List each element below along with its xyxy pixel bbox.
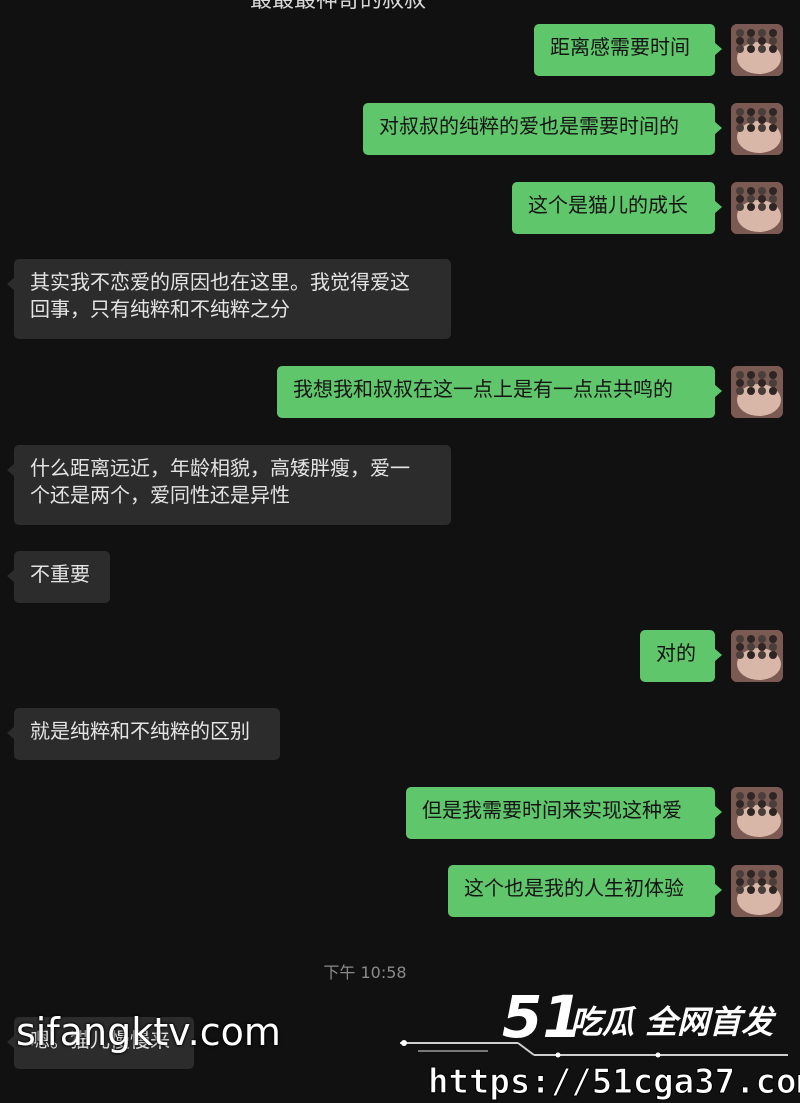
outgoing-message[interactable]: 对叔叔的纯粹的爱也是需要时间的 — [363, 103, 722, 155]
avatar-image — [731, 182, 783, 234]
avatar-image — [731, 103, 783, 155]
outgoing-message[interactable]: 这个是猫儿的成长 — [512, 182, 722, 234]
outgoing-message[interactable]: 我想我和叔叔在这一点上是有一点点共鸣的 — [277, 366, 722, 418]
user-avatar[interactable] — [731, 24, 783, 76]
incoming-message[interactable]: 什么距离远近，年龄相貌，高矮胖瘦，爱一 个还是两个，爱同性还是异性 — [7, 445, 451, 525]
outgoing-message[interactable]: 这个也是我的人生初体验 — [448, 865, 722, 917]
user-avatar[interactable] — [731, 787, 783, 839]
outgoing-message[interactable]: 对的 — [640, 630, 722, 682]
avatar-image — [731, 787, 783, 839]
logo-text: 吃瓜 全网首发 — [570, 1003, 777, 1041]
user-avatar[interactable] — [731, 366, 783, 418]
user-avatar[interactable] — [731, 182, 783, 234]
avatar-image — [731, 24, 783, 76]
user-avatar[interactable] — [731, 865, 783, 917]
user-avatar[interactable] — [731, 630, 783, 682]
outgoing-message[interactable]: 距离感需要时间 — [534, 24, 722, 76]
logo-url: https://51cga37.com — [428, 1062, 800, 1102]
watermark-site-text: sifangktv.com — [16, 1010, 281, 1054]
avatar-image — [731, 366, 783, 418]
avatar-image — [731, 865, 783, 917]
user-avatar[interactable] — [731, 103, 783, 155]
chat-header: 最最最神奇的叔叔 — [0, 0, 800, 16]
circuit-lines-decoration — [400, 1040, 788, 1058]
incoming-message[interactable]: 不重要 — [7, 551, 110, 603]
chat-title: 最最最神奇的叔叔 — [250, 0, 427, 13]
incoming-message[interactable]: 其实我不恋爱的原因也在这里。我觉得爱这 回事，只有纯粹和不纯粹之分 — [7, 259, 451, 339]
avatar-image — [731, 630, 783, 682]
outgoing-message[interactable]: 但是我需要时间来实现这种爱 — [406, 787, 722, 839]
watermark-logo: 51 吃瓜 全网首发 https://51cga37.com — [400, 983, 800, 1103]
incoming-message[interactable]: 就是纯粹和不纯粹的区别 — [7, 708, 280, 760]
